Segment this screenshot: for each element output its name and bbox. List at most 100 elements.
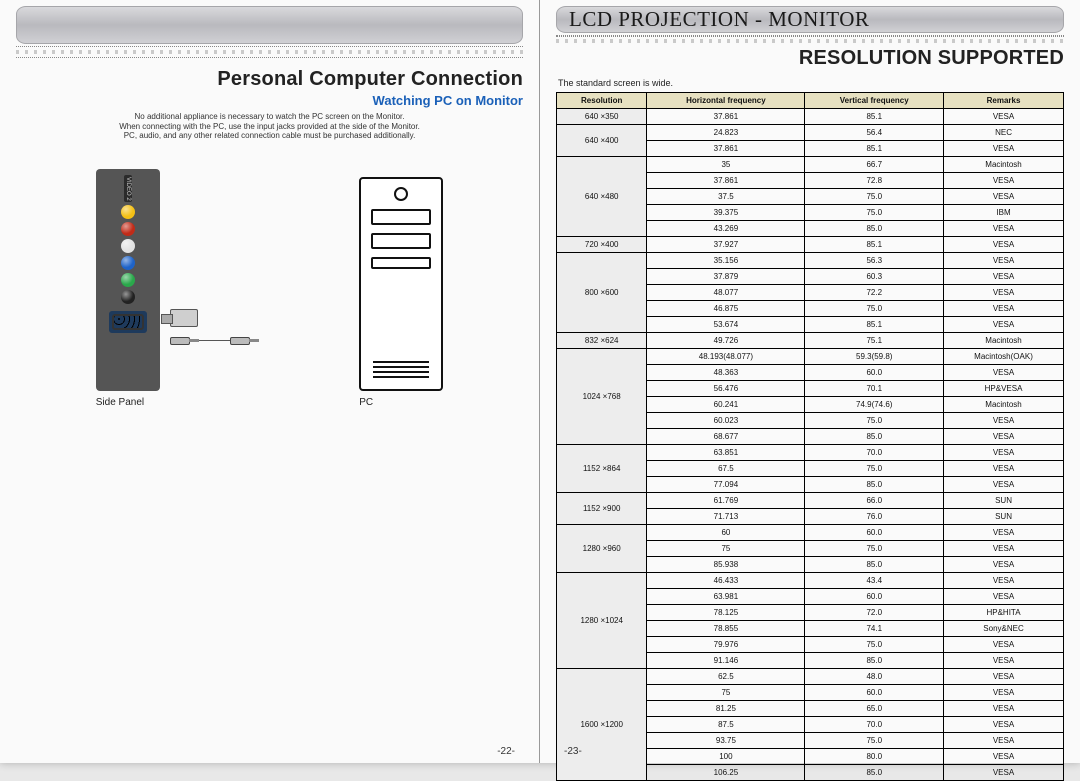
cell-vfreq: 80.0: [805, 749, 944, 765]
cell-vfreq: 85.0: [805, 477, 944, 493]
page-number-22: -22-: [497, 746, 515, 757]
page-23: LCD PROJECTION - MONITOR RESOLUTION SUPP…: [540, 0, 1080, 763]
page-title-left: Personal Computer Connection: [217, 68, 523, 91]
table-row: 1152 ×90061.76966.0SUN: [557, 493, 1064, 509]
cell-remarks: VESA: [944, 445, 1064, 461]
cell-remarks: Macintosh: [944, 397, 1064, 413]
cell-remarks: VESA: [944, 669, 1064, 685]
manual-spread: Personal Computer Connection Watching PC…: [0, 0, 1080, 763]
cell-hfreq: 79.976: [647, 637, 805, 653]
cell-hfreq: 60.023: [647, 413, 805, 429]
cell-hfreq: 37.861: [647, 173, 805, 189]
cell-vfreq: 60.0: [805, 589, 944, 605]
cell-hfreq: 37.927: [647, 237, 805, 253]
cell-remarks: VESA: [944, 429, 1064, 445]
audio-plug-left: [170, 337, 190, 345]
cell-vfreq: 85.1: [805, 237, 944, 253]
cell-vfreq: 56.3: [805, 253, 944, 269]
cell-remarks: Macintosh: [944, 157, 1064, 173]
page-22: Personal Computer Connection Watching PC…: [0, 0, 540, 763]
cell-remarks: VESA: [944, 701, 1064, 717]
cell-hfreq: 46.433: [647, 573, 805, 589]
cell-hfreq: 75: [647, 541, 805, 557]
table-row: 1600 ×120062.548.0VESA: [557, 669, 1064, 685]
floppy-drive-icon: [371, 257, 431, 269]
col-resolution: Resolution: [557, 93, 647, 109]
case-vents-icon: [373, 358, 429, 381]
table-body: 640 ×35037.86185.1VESA640 ×40024.82356.4…: [557, 109, 1064, 781]
cell-resolution: 800 ×600: [557, 253, 647, 333]
cell-hfreq: 37.861: [647, 109, 805, 125]
table-row: 1280 ×9606060.0VESA: [557, 525, 1064, 541]
cell-remarks: VESA: [944, 413, 1064, 429]
intro-line-3: PC, audio, and any other related connect…: [124, 131, 416, 140]
connection-diagram: VIDEO 2: [16, 169, 523, 408]
cell-vfreq: 85.0: [805, 557, 944, 573]
cell-remarks: IBM: [944, 205, 1064, 221]
jack-video: [121, 205, 135, 219]
jack-audio-r: [121, 222, 135, 236]
cell-remarks: VESA: [944, 589, 1064, 605]
cell-vfreq: 76.0: [805, 509, 944, 525]
power-button-icon: [394, 187, 408, 201]
table-row: 720 ×40037.92785.1VESA: [557, 237, 1064, 253]
col-vfreq: Vertical frequency: [805, 93, 944, 109]
intro-line-1: No additional appliance is necessary to …: [135, 112, 405, 121]
cell-vfreq: 60.0: [805, 365, 944, 381]
cell-remarks: VESA: [944, 317, 1064, 333]
cell-remarks: VESA: [944, 733, 1064, 749]
col-remarks: Remarks: [944, 93, 1064, 109]
audio-plug-right: [230, 337, 250, 345]
cell-hfreq: 100: [647, 749, 805, 765]
table-head: Resolution Horizontal frequency Vertical…: [557, 93, 1064, 109]
cell-remarks: SUN: [944, 509, 1064, 525]
cell-remarks: VESA: [944, 637, 1064, 653]
intro-text: No additional appliance is necessary to …: [16, 112, 523, 141]
cell-resolution: 1152 ×900: [557, 493, 647, 525]
cell-hfreq: 85.938: [647, 557, 805, 573]
cell-resolution: 1280 ×1024: [557, 573, 647, 669]
cell-remarks: VESA: [944, 141, 1064, 157]
cell-hfreq: 91.146: [647, 653, 805, 669]
cell-remarks: SUN: [944, 493, 1064, 509]
cell-resolution: 640 ×400: [557, 125, 647, 157]
side-panel-block: VIDEO 2: [96, 169, 250, 408]
cell-vfreq: 75.0: [805, 413, 944, 429]
side-panel-illustration: VIDEO 2: [96, 169, 160, 391]
cell-vfreq: 72.2: [805, 285, 944, 301]
cell-vfreq: 85.0: [805, 653, 944, 669]
cell-hfreq: 71.713: [647, 509, 805, 525]
cell-vfreq: 48.0: [805, 669, 944, 685]
cell-hfreq: 75: [647, 685, 805, 701]
intro-line-2: When connecting with the PC, use the inp…: [119, 122, 420, 131]
cell-remarks: VESA: [944, 541, 1064, 557]
table-row: 640 ×35037.86185.1VESA: [557, 109, 1064, 125]
cell-remarks: VESA: [944, 109, 1064, 125]
pc-label: PC: [359, 397, 443, 408]
cell-remarks: VESA: [944, 285, 1064, 301]
cell-remarks: VESA: [944, 477, 1064, 493]
cell-hfreq: 67.5: [647, 461, 805, 477]
cell-hfreq: 49.726: [647, 333, 805, 349]
header-bar-right: LCD PROJECTION - MONITOR: [556, 6, 1064, 33]
cell-remarks: VESA: [944, 573, 1064, 589]
table-row: 640 ×40024.82356.4NEC: [557, 125, 1064, 141]
cell-hfreq: 43.269: [647, 221, 805, 237]
cell-hfreq: 60.241: [647, 397, 805, 413]
cell-resolution: 720 ×400: [557, 237, 647, 253]
table-row: 1280 ×102446.43343.4VESA: [557, 573, 1064, 589]
cell-hfreq: 87.5: [647, 717, 805, 733]
audio-cable-icon: [170, 337, 250, 345]
cell-remarks: HP&VESA: [944, 381, 1064, 397]
cell-hfreq: 48.193(48.077): [647, 349, 805, 365]
cell-remarks: VESA: [944, 717, 1064, 733]
cell-hfreq: 37.5: [647, 189, 805, 205]
cell-hfreq: 37.861: [647, 141, 805, 157]
cell-hfreq: 37.879: [647, 269, 805, 285]
cell-hfreq: 63.981: [647, 589, 805, 605]
cell-vfreq: 72.8: [805, 173, 944, 189]
cell-resolution: 1024 ×768: [557, 349, 647, 445]
cell-hfreq: 53.674: [647, 317, 805, 333]
cell-remarks: VESA: [944, 221, 1064, 237]
cell-vfreq: 85.0: [805, 765, 944, 781]
